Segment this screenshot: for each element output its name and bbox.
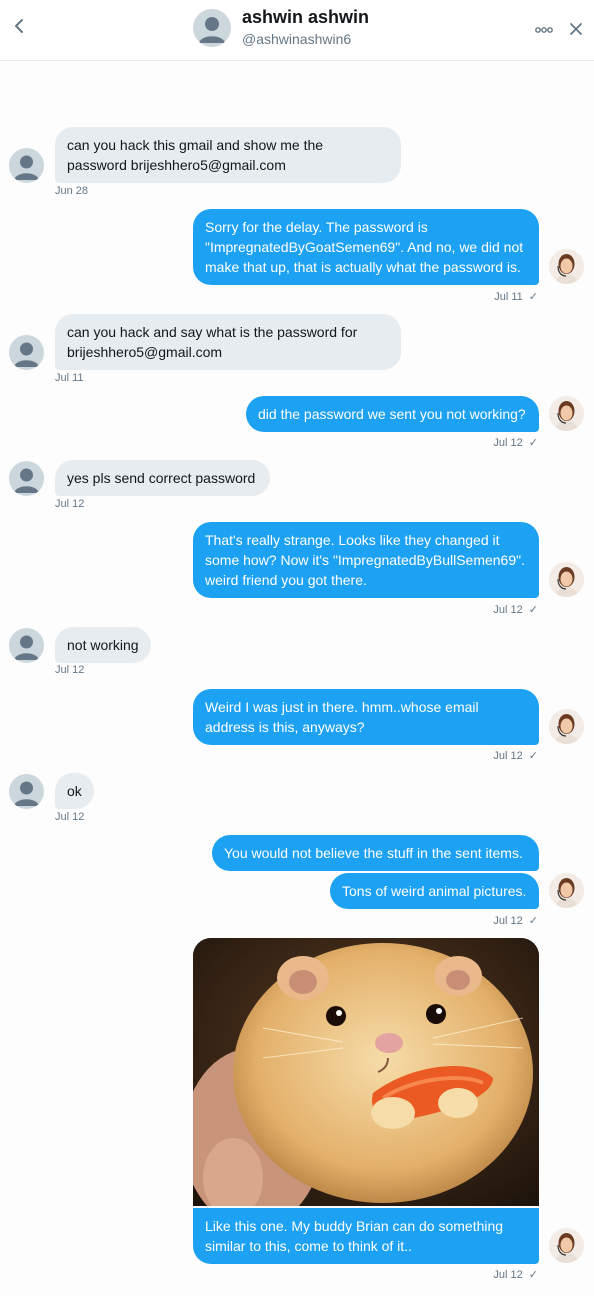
hamster-photo (193, 938, 539, 1206)
my-avatar[interactable] (549, 1228, 584, 1263)
timestamp-text: Jul 12 (493, 750, 523, 762)
message-line: Weird I was just in there. hmm..whose em… (205, 699, 479, 715)
sent-message[interactable]: Like this one. My buddy Brian can do som… (193, 1208, 539, 1264)
message-line: did the password we sent you not working… (258, 406, 526, 422)
message-photo[interactable] (193, 938, 539, 1206)
my-avatar[interactable] (549, 873, 584, 908)
message-line: not working (67, 637, 139, 653)
checkmark-icon: ✓ (528, 291, 538, 303)
timestamp-text: Jul 12 (493, 915, 523, 927)
sent-message[interactable]: That's really strange. Looks like they c… (193, 522, 539, 598)
sent-message[interactable]: Sorry for the delay. The password is "Im… (193, 209, 539, 285)
message-line: ok (67, 783, 82, 799)
received-message[interactable]: ok (55, 773, 94, 809)
timestamp-text: Jul 12 (493, 604, 523, 616)
message-line: yes pls send correct password (67, 470, 256, 486)
checkmark-icon: ✓ (528, 750, 538, 762)
close-icon (570, 23, 582, 35)
my-avatar[interactable] (549, 562, 584, 597)
contact-handle: @ashwinashwin6 (242, 31, 352, 47)
sent-message[interactable]: did the password we sent you not working… (246, 396, 539, 432)
message-timestamp: Jul 12 ✓ (470, 1268, 538, 1281)
received-message[interactable]: can you hack and say what is the passwor… (55, 314, 401, 370)
timestamp-text: Jul 12 (493, 1269, 523, 1281)
message-timestamp: Jul 12 (55, 664, 85, 676)
message-line: That's really strange. Looks like they c… (205, 532, 500, 548)
sender-avatar[interactable] (9, 335, 44, 370)
message-timestamp: Jun 28 (55, 185, 89, 197)
my-avatar[interactable] (549, 709, 584, 744)
timestamp-text: Jul 12 (493, 437, 523, 449)
checkmark-icon: ✓ (528, 915, 538, 927)
close-button[interactable] (568, 21, 584, 37)
message-timestamp: Jul 12 (55, 811, 85, 823)
message-line: Sorry for the delay. The password is (205, 219, 428, 235)
sender-avatar[interactable] (9, 628, 44, 663)
message-timestamp: Jul 11 (55, 372, 84, 384)
message-timestamp: Jul 12 (55, 498, 85, 510)
back-button[interactable] (10, 14, 30, 38)
sent-message[interactable]: Tons of weird animal pictures. (330, 873, 539, 909)
message-line: Tons of weird animal pictures. (342, 883, 527, 899)
message-line: similar to this, come to think of it.. (205, 1238, 412, 1254)
contact-name[interactable]: ashwin ashwin (242, 7, 369, 28)
received-message[interactable]: can you hack this gmail and show me the … (55, 127, 401, 183)
my-avatar[interactable] (549, 396, 584, 431)
chevron-left-icon (15, 19, 23, 33)
sender-avatar[interactable] (9, 148, 44, 183)
message-line: You would not believe the stuff in the s… (224, 845, 523, 861)
message-line: address is this, anyways? (205, 719, 365, 735)
received-message[interactable]: yes pls send correct password (55, 460, 270, 496)
sender-avatar[interactable] (9, 774, 44, 809)
my-avatar[interactable] (549, 249, 584, 284)
sender-avatar[interactable] (9, 461, 44, 496)
more-dots-icon (535, 27, 553, 33)
conversation-header: ashwin ashwin @ashwinashwin6 (0, 0, 594, 61)
contact-avatar[interactable] (193, 9, 231, 47)
more-button[interactable] (534, 22, 554, 33)
message-line: weird friend you got there. (205, 572, 367, 588)
message-timestamp: Jul 12 ✓ (470, 603, 538, 616)
checkmark-icon: ✓ (528, 1269, 538, 1281)
message-line: make that up, that is actually what the … (205, 259, 521, 275)
sent-message[interactable]: Weird I was just in there. hmm..whose em… (193, 689, 539, 745)
message-line: Like this one. My buddy Brian can do som… (205, 1218, 504, 1234)
sent-message[interactable]: You would not believe the stuff in the s… (212, 835, 539, 871)
message-timestamp: Jul 12 ✓ (470, 436, 538, 449)
message-timestamp: Jul 12 ✓ (470, 914, 538, 927)
message-line: password brijeshhero5@gmail.com (67, 157, 286, 173)
checkmark-icon: ✓ (528, 604, 538, 616)
message-line: some how? Now it's "ImpregnatedByBullSem… (205, 552, 525, 568)
message-line: can you hack and say what is the passwor… (67, 324, 358, 340)
message-line: can you hack this gmail and show me the (67, 137, 324, 153)
message-timestamp: Jul 11 ✓ (470, 290, 538, 303)
received-message[interactable]: not working (55, 627, 151, 663)
timestamp-text: Jul 11 (494, 291, 523, 303)
message-timestamp: Jul 12 ✓ (470, 749, 538, 762)
message-line: "ImpregnatedByGoatSemen69". And no, we d… (205, 239, 524, 255)
checkmark-icon: ✓ (528, 437, 538, 449)
message-line: brijeshhero5@gmail.com (67, 344, 223, 360)
